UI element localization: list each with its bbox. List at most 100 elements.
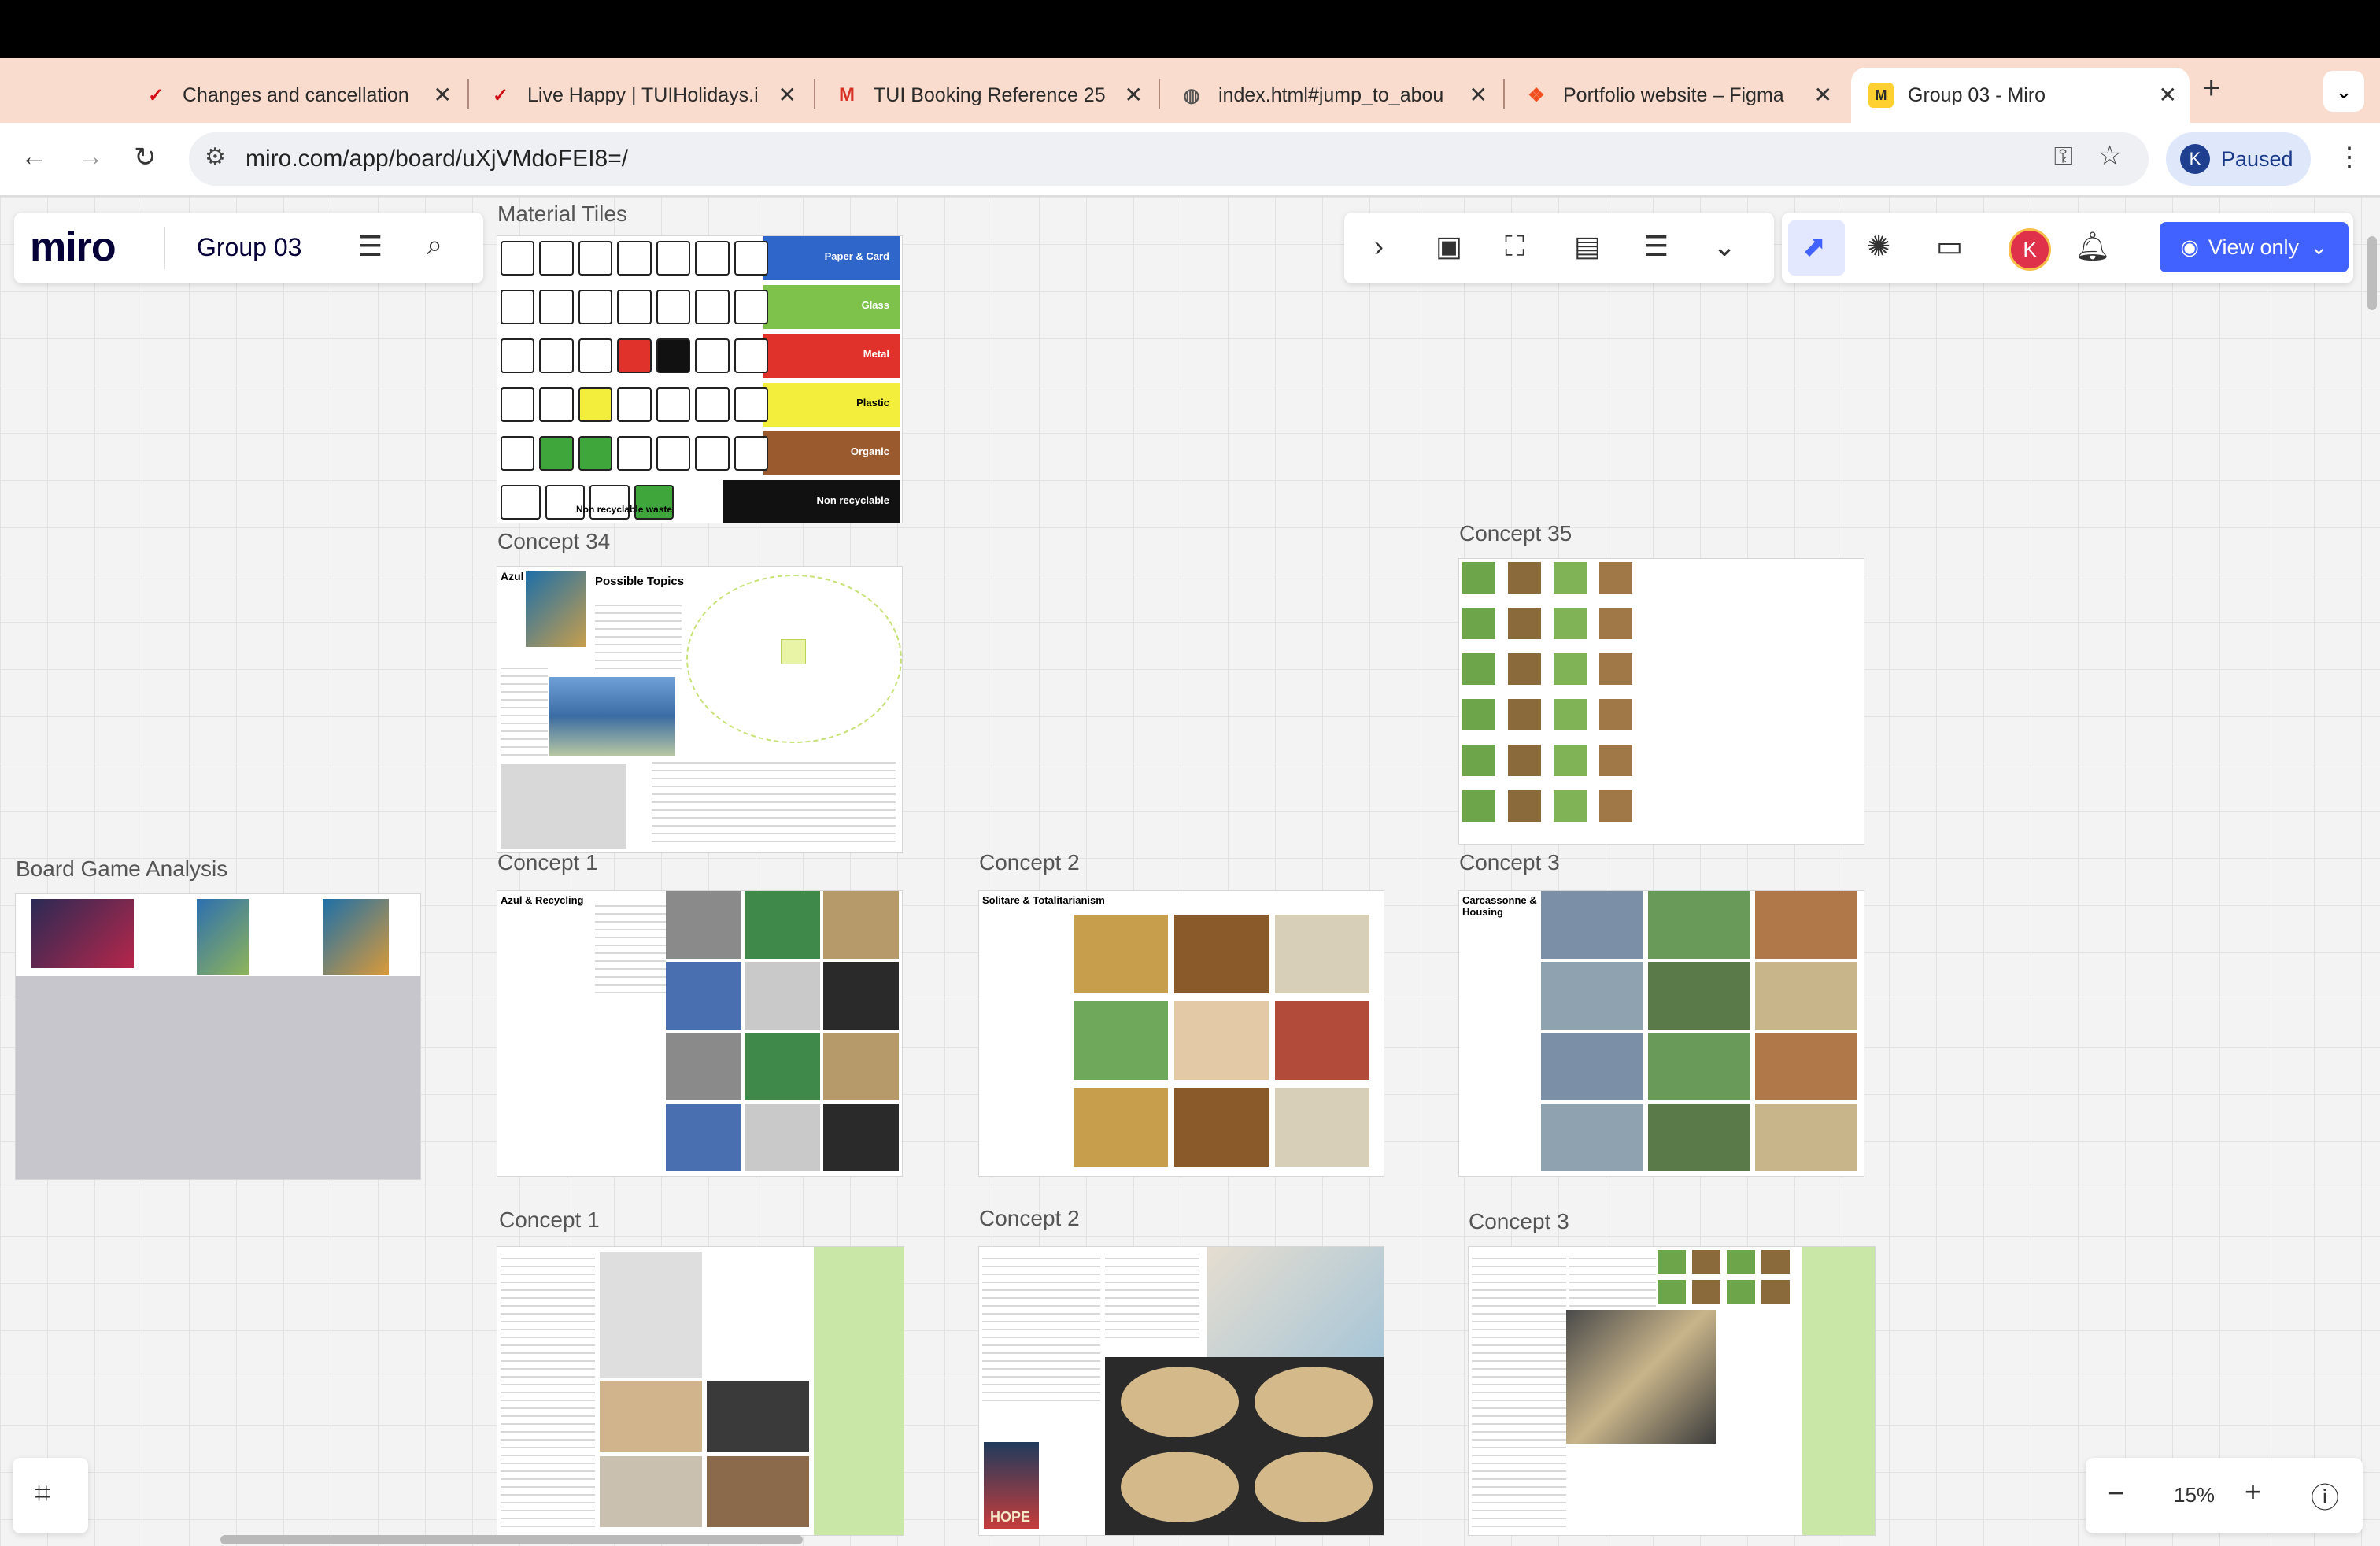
tab-divider	[1159, 79, 1160, 109]
frame-concept-2-moodboard[interactable]: Solitare & Totalitarianism	[979, 891, 1384, 1176]
concept-2-notes	[982, 1252, 1100, 1401]
material-bar-paper: Paper & Card	[497, 236, 900, 280]
tile-image	[1554, 608, 1587, 639]
frame-title-concept-3-detail[interactable]: Concept 3	[1469, 1209, 1569, 1234]
browser-menu-icon[interactable]: ⋮	[2336, 142, 2363, 173]
forward-arrow-icon[interactable]: →	[77, 142, 104, 172]
tile-image	[1508, 653, 1541, 685]
notes-icon[interactable]: ☰	[1643, 230, 1669, 263]
close-icon[interactable]: ✕	[1125, 82, 1143, 108]
view-only-button[interactable]: ◉ View only ⌄	[2160, 222, 2349, 272]
comment-icon[interactable]: ▭	[1936, 230, 1963, 263]
frame-title-concept-1[interactable]: Concept 1	[497, 850, 598, 875]
tile-image	[1462, 562, 1495, 594]
bar-label: Metal	[863, 348, 889, 360]
game-pieces-list	[595, 899, 666, 993]
tile-image	[1554, 653, 1587, 685]
frame-concept-1-moodboard[interactable]: Azul & Recycling	[497, 891, 902, 1176]
bell-icon[interactable]: 🔔︎	[2075, 230, 2111, 263]
frame-concept-3-moodboard[interactable]: Carcassonne & Housing	[1459, 891, 1864, 1176]
frame-title-board-game-analysis[interactable]: Board Game Analysis	[16, 856, 227, 882]
close-icon[interactable]: ✕	[434, 82, 452, 108]
tile-image	[707, 1381, 809, 1452]
miro-logo[interactable]: miro	[30, 224, 116, 271]
tile-image	[1554, 699, 1587, 730]
frame-board-game-analysis[interactable]	[16, 894, 420, 1179]
focus-icon[interactable]: ⛶	[1505, 230, 1524, 264]
board-name[interactable]: Group 03	[197, 233, 301, 262]
azul-box-image	[323, 899, 389, 975]
tile-image	[1554, 745, 1587, 776]
avatar: K	[2180, 144, 2210, 174]
tile-image	[1508, 699, 1541, 730]
frame-concept-3-detail[interactable]	[1469, 1247, 1875, 1535]
frame-title-concept-35[interactable]: Concept 35	[1459, 521, 1572, 546]
tile-image	[1648, 891, 1750, 959]
zoom-out-icon[interactable]: −	[2108, 1477, 2124, 1510]
reload-icon[interactable]: ↻	[134, 142, 157, 173]
profile-button[interactable]: K Paused	[2166, 132, 2311, 186]
reactions-icon[interactable]: ✺	[1867, 230, 1890, 263]
close-icon[interactable]: ✕	[778, 82, 796, 108]
material-bar-non-recyclable: Non recyclable Non recyclable waste	[497, 480, 900, 523]
user-avatar[interactable]: K	[2009, 228, 2051, 271]
present-icon[interactable]: ▣	[1436, 230, 1462, 263]
cursor-follow-button[interactable]: ⬈	[1788, 220, 1845, 276]
zoom-in-icon[interactable]: +	[2245, 1475, 2261, 1508]
concept-1-notes	[501, 1252, 595, 1527]
tile-image	[1554, 562, 1587, 594]
close-icon[interactable]: ✕	[2159, 82, 2177, 108]
url-text[interactable]: miro.com/app/board/uXjVMdoFEI8=/	[246, 146, 628, 172]
site-settings-icon[interactable]: ⚙	[205, 143, 226, 171]
tile-image	[823, 1033, 899, 1100]
bookmark-star-icon[interactable]: ☆	[2098, 140, 2122, 172]
frame-concept-34[interactable]: Azul Possible Topics	[497, 567, 902, 852]
bar-label: Paper & Card	[824, 250, 889, 262]
key-icon[interactable]: ⚿	[2054, 142, 2073, 172]
tab-tui-booking[interactable]: M TUI Booking Reference 25 ✕	[817, 68, 1155, 123]
address-bar[interactable]: ⚙ miro.com/app/board/uXjVMdoFEI8=/ ⚿ ☆	[189, 132, 2149, 186]
new-tab-button[interactable]: +	[2202, 71, 2220, 106]
tab-changes-cancellation[interactable]: ✓ Changes and cancellation ✕	[126, 68, 464, 123]
frame-concept-35[interactable]	[1459, 559, 1864, 844]
timer-icon[interactable]: ▤	[1574, 230, 1601, 263]
close-icon[interactable]: ✕	[1814, 82, 1832, 108]
menu-icon[interactable]: ☰	[357, 230, 382, 263]
whiteboard-photo	[16, 976, 420, 1179]
tile-image	[1658, 1250, 1686, 1274]
frame-title-concept-34[interactable]: Concept 34	[497, 529, 610, 554]
frame-concept-2-detail[interactable]: HOPE	[979, 1247, 1384, 1535]
tab-live-happy[interactable]: ✓ Live Happy | TUIHolidays.i ✕	[471, 68, 809, 123]
tile-image	[1462, 653, 1495, 685]
tab-search-chevron-icon[interactable]: ⌄	[2323, 71, 2364, 112]
topic-list-healthcare	[595, 598, 682, 669]
tile-image	[1692, 1280, 1720, 1304]
frames-button[interactable]: ⌗	[13, 1458, 88, 1533]
back-arrow-icon[interactable]: ←	[20, 142, 47, 172]
chevron-right-icon[interactable]: ›	[1374, 230, 1384, 263]
frame-concept-1-detail[interactable]	[497, 1247, 904, 1535]
frame-title-concept-2-detail[interactable]: Concept 2	[979, 1206, 1080, 1231]
azul-box-image	[526, 571, 586, 647]
more-chevron-icon[interactable]: ⌄	[1713, 230, 1736, 263]
tile-image	[1508, 562, 1541, 594]
figma-icon: ❖	[1528, 84, 1545, 106]
tab-index-html[interactable]: ◍ index.html#jump_to_abou ✕	[1162, 68, 1500, 123]
tab-portfolio-figma[interactable]: ❖ Portfolio website – Figma ✕	[1506, 68, 1845, 123]
search-icon[interactable]: ⌕	[427, 228, 442, 262]
frame-material-tiles[interactable]: Paper & Card Glass Metal Plastic Organic…	[497, 236, 902, 523]
tile-image	[1658, 1280, 1686, 1304]
vertical-scrollbar[interactable]	[2367, 236, 2377, 310]
tile-image	[823, 1104, 899, 1171]
hope-text: HOPE	[990, 1509, 1031, 1525]
help-icon[interactable]: ⓘ	[2311, 1475, 2339, 1516]
frame-title-concept-3[interactable]: Concept 3	[1459, 850, 1560, 875]
frame-title-material-tiles[interactable]: Material Tiles	[497, 202, 627, 227]
close-icon[interactable]: ✕	[1469, 82, 1488, 108]
frame-title-concept-2[interactable]: Concept 2	[979, 850, 1080, 875]
frame-title-concept-1-detail[interactable]: Concept 1	[499, 1208, 600, 1233]
horizontal-scrollbar[interactable]	[220, 1535, 803, 1544]
zoom-level[interactable]: 15%	[2174, 1483, 2215, 1507]
tab-group-03-miro[interactable]: M Group 03 - Miro ✕	[1851, 68, 2190, 123]
tile-image	[600, 1381, 702, 1452]
